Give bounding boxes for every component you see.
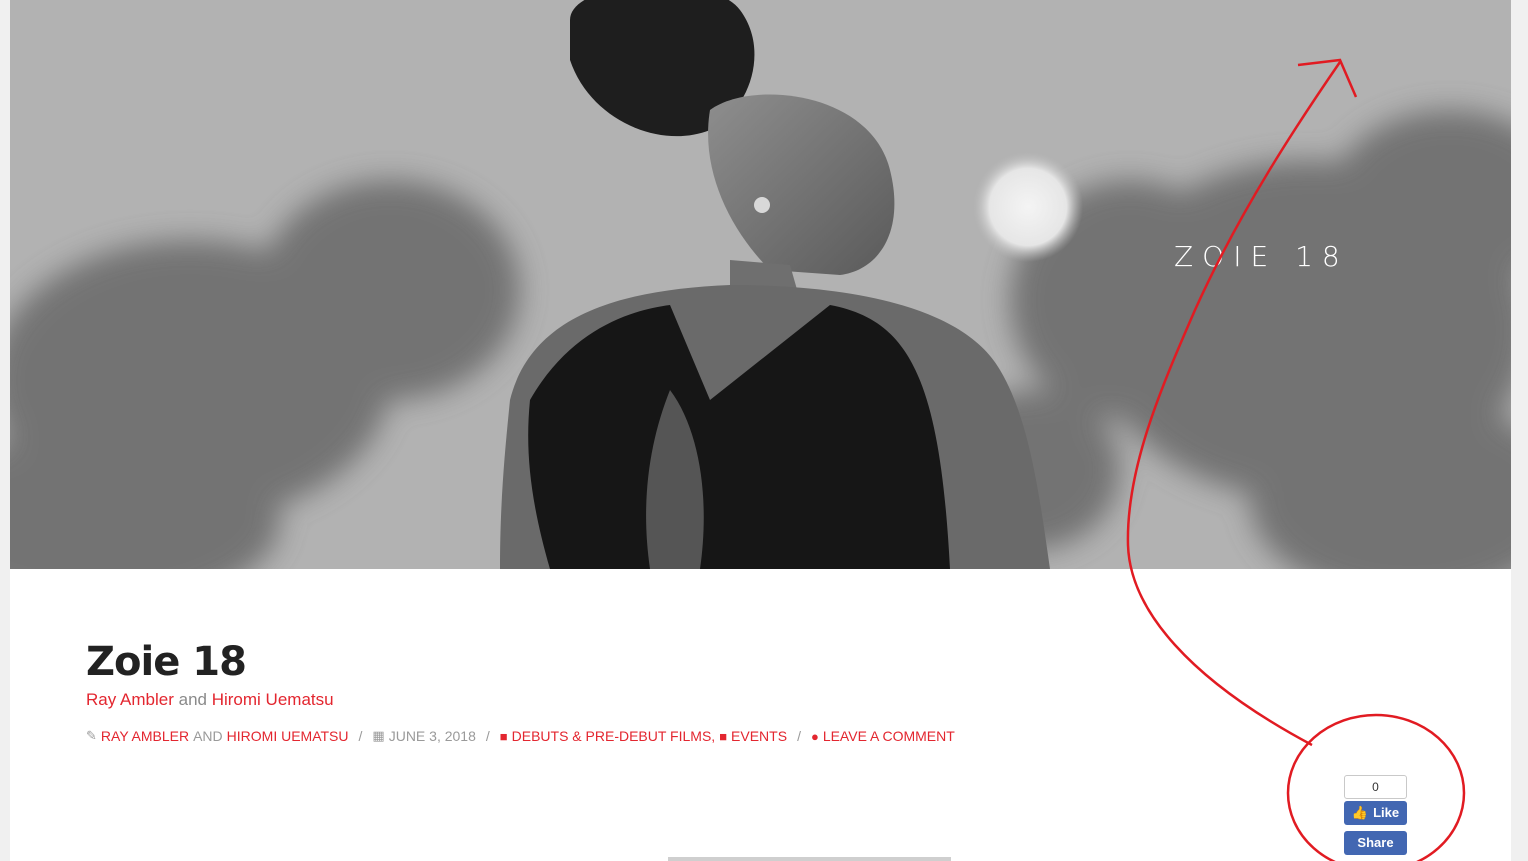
- meta-separator: /: [358, 728, 363, 744]
- category-link[interactable]: DEBUTS & PRE-DEBUT FILMS,: [512, 728, 716, 744]
- like-count: 0: [1344, 775, 1407, 799]
- meta-separator: /: [485, 728, 490, 744]
- post-title: Zoie 18: [86, 639, 247, 685]
- category-link[interactable]: EVENTS: [731, 728, 787, 744]
- byline-author-link[interactable]: Ray Ambler: [86, 690, 174, 709]
- meta-author-link[interactable]: HIROMI UEMATSU: [227, 728, 349, 744]
- pencil-icon: ✎: [86, 728, 97, 743]
- thumbs-up-icon: 👍: [1351, 805, 1369, 820]
- bookmark-icon: ■: [719, 728, 728, 744]
- post-date: JUNE 3, 2018: [388, 728, 476, 744]
- post-header: Zoie 18 Ray Ambler and Hiromi Uematsu ✎ …: [86, 640, 955, 744]
- post-byline: Ray Ambler and Hiromi Uematsu: [86, 690, 955, 710]
- hero-overlay-title: ZOIE 18: [1174, 240, 1349, 273]
- share-label: Share: [1357, 835, 1394, 850]
- byline-author-link[interactable]: Hiromi Uematsu: [212, 690, 334, 709]
- horizontal-scrollbar[interactable]: [668, 857, 951, 861]
- leave-comment-link[interactable]: LEAVE A COMMENT: [823, 728, 955, 744]
- page: ZOIE 18 Zoie 18 Ray Ambler and Hiromi Ue…: [10, 0, 1511, 861]
- byline-joiner: and: [178, 690, 207, 709]
- facebook-widget: 0 👍 Like Share: [1344, 775, 1407, 855]
- facebook-share-button[interactable]: Share: [1344, 831, 1407, 855]
- meta-and: AND: [193, 728, 223, 744]
- hero-photo: [10, 0, 1511, 569]
- like-label: Like: [1373, 805, 1400, 820]
- meta-separator: /: [797, 728, 801, 744]
- post-meta: ✎ RAY AMBLER AND HIROMI UEMATSU / ▦ JUNE…: [86, 728, 955, 744]
- comments-icon: ●: [810, 728, 819, 744]
- bookmark-icon: ■: [499, 728, 508, 744]
- facebook-like-button[interactable]: 👍 Like: [1344, 801, 1407, 825]
- hero-image: ZOIE 18: [10, 0, 1511, 569]
- meta-author-link[interactable]: RAY AMBLER: [101, 728, 189, 744]
- calendar-icon: ▦: [372, 728, 385, 743]
